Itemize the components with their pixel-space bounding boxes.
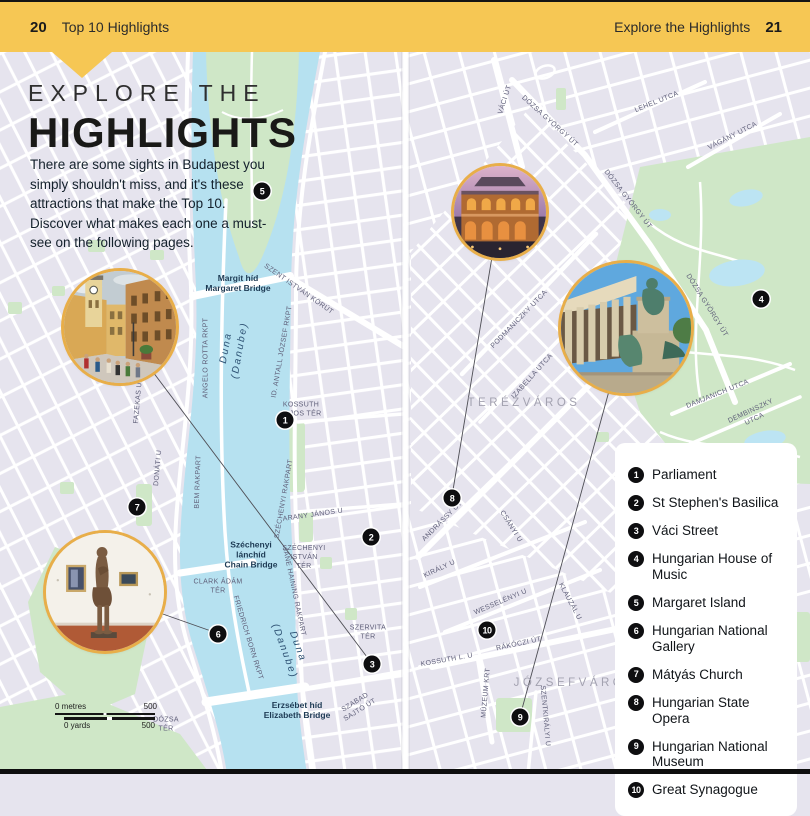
legend-item: 1 Parliament: [628, 467, 787, 483]
map-marker-2: 2: [363, 529, 380, 546]
map-marker-4: 4: [753, 291, 770, 308]
legend-label: Parliament: [652, 467, 717, 483]
legend-item: 3 Váci Street: [628, 523, 787, 539]
legend-item: 4 Hungarian House of Music: [628, 551, 787, 583]
map-marker-5: 5: [254, 183, 271, 200]
map-spread: EXPLORE THE HIGHLIGHTS There are some si…: [0, 52, 810, 774]
scale-yards-zero: 0 yards: [64, 721, 90, 730]
map-marker-9: 9: [512, 709, 529, 726]
photo-vaci-street: [64, 271, 176, 383]
legend-number-badge: 8: [628, 695, 644, 711]
scale-metres-zero: 0 metres: [55, 702, 86, 711]
legend-item: 7 Mátyás Church: [628, 667, 787, 683]
legend-number-badge: 3: [628, 523, 644, 539]
legend-number-badge: 1: [628, 467, 644, 483]
legend-item: 10 Great Synagogue: [628, 782, 787, 798]
scale-yards-bar: [64, 717, 155, 720]
left-page-number: 20: [30, 19, 47, 36]
legend-item: 8 Hungarian State Opera: [628, 695, 787, 727]
map-marker-1: 1: [277, 412, 294, 429]
museum-statue-illustration: [561, 263, 691, 393]
legend-number-badge: 7: [628, 667, 644, 683]
scale-metres-bar: [55, 713, 155, 716]
scale-yards-max: 500: [142, 721, 155, 730]
map-scale-bar: 0 metres 500 0 yards 500: [55, 702, 157, 730]
left-section-title: Top 10 Highlights: [62, 19, 169, 35]
map-marker-7: 7: [129, 499, 146, 516]
vaci-street-illustration: [64, 271, 176, 383]
legend-item: 6 Hungarian National Gallery: [628, 623, 787, 655]
legend-label: Great Synagogue: [652, 782, 758, 798]
right-section-title: Explore the Highlights: [614, 19, 750, 35]
legend-number-badge: 2: [628, 495, 644, 511]
legend-label: Margaret Island: [652, 595, 746, 611]
photo-national-gallery: [46, 533, 164, 651]
gallery-statue-illustration: [46, 533, 164, 651]
legend-item: 9 Hungarian National Museum: [628, 739, 787, 771]
legend-label: St Stephen's Basilica: [652, 495, 778, 511]
right-page-number: 21: [765, 19, 782, 36]
legend-number-badge: 5: [628, 595, 644, 611]
book-spread: { "header": { "left": { "number": "20", …: [0, 0, 810, 774]
legend-number-badge: 4: [628, 551, 644, 567]
legend-number-badge: 6: [628, 623, 644, 639]
intro-paragraph: There are some sights in Budapest you si…: [30, 155, 270, 253]
photo-state-opera: [454, 166, 546, 258]
legend-label: Hungarian State Opera: [652, 695, 787, 727]
page-title-line1: EXPLORE THE: [28, 80, 297, 107]
legend-label: Hungarian House of Music: [652, 551, 787, 583]
right-folio: Explore the Highlights 21: [614, 19, 782, 36]
map-marker-6: 6: [210, 626, 227, 643]
page-title-line2: HIGHLIGHTS: [28, 109, 297, 157]
left-folio: 20 Top 10 Highlights: [30, 19, 169, 36]
legend-number-badge: 9: [628, 739, 644, 755]
legend-item: 5 Margaret Island: [628, 595, 787, 611]
legend-label: Váci Street: [652, 523, 718, 539]
page-header-bar: 20 Top 10 Highlights Explore the Highlig…: [0, 0, 810, 52]
bottom-black-bar: [0, 769, 810, 774]
map-marker-10: 10: [479, 622, 496, 639]
legend-label: Hungarian National Gallery: [652, 623, 787, 655]
legend-label: Mátyás Church: [652, 667, 743, 683]
map-marker-3: 3: [364, 656, 381, 673]
scale-metres-max: 500: [144, 702, 157, 711]
highlights-legend: 1 Parliament 2 St Stephen's Basilica 3 Váci S…: [615, 443, 797, 816]
legend-item: 2 St Stephen's Basilica: [628, 495, 787, 511]
legend-label: Hungarian National Museum: [652, 739, 787, 771]
yellow-tab-pointer: [52, 52, 112, 78]
title-block: EXPLORE THE HIGHLIGHTS: [28, 80, 297, 157]
page-gutter: [401, 52, 410, 774]
photo-national-museum: [561, 263, 691, 393]
map-marker-8: 8: [444, 490, 461, 507]
opera-house-illustration: [454, 166, 546, 258]
legend-number-badge: 10: [628, 782, 644, 798]
